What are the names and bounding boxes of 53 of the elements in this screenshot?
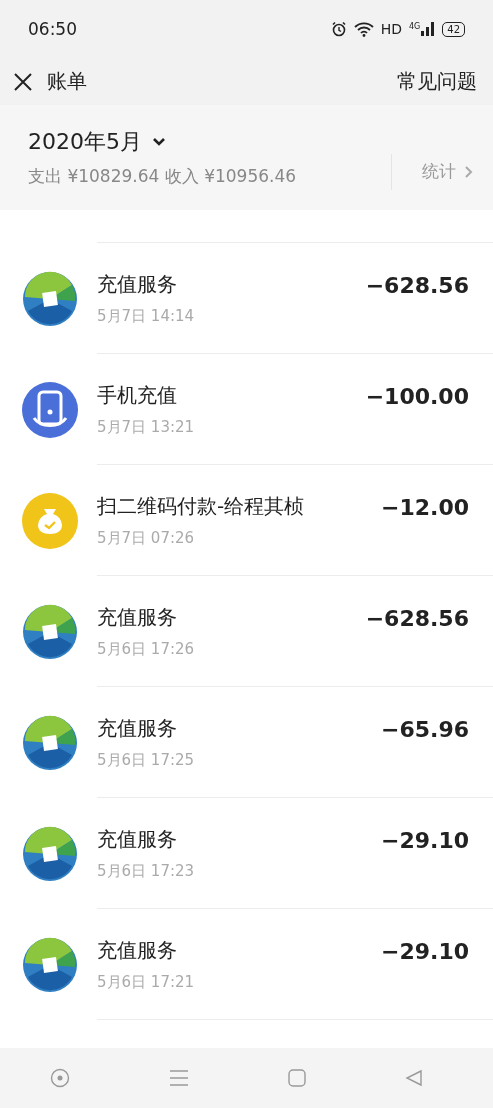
transaction-title: 充值服务 <box>97 271 178 298</box>
battery-indicator: 42 <box>442 21 465 37</box>
transaction-row[interactable]: 充值服务 5月7日 14:14 −628.56 <box>0 243 493 354</box>
back-triangle-icon[interactable] <box>405 1069 424 1087</box>
bank-logo-icon <box>22 603 78 660</box>
close-icon[interactable] <box>13 71 33 92</box>
transaction-title: 充值服务 <box>97 937 178 964</box>
circle-dot-icon[interactable] <box>49 1068 70 1088</box>
transaction-row[interactable]: 充值服务 5月6日 17:21 −29.10 <box>0 909 493 1020</box>
chevron-right-icon <box>464 164 473 179</box>
totals-text: 支出 ¥10829.64 收入 ¥10956.46 <box>28 165 298 188</box>
wifi-icon <box>353 21 374 37</box>
transaction-title: 手机充值 <box>97 382 178 409</box>
transaction-row[interactable]: 手机充值 5月7日 13:21 −100.00 <box>0 354 493 465</box>
faq-link[interactable]: 常见问题 <box>397 68 477 95</box>
transaction-time: 5月7日 07:26 <box>97 529 196 548</box>
chevron-down-icon <box>152 137 166 147</box>
transaction-time: 5月7日 14:14 <box>97 307 196 326</box>
square-icon[interactable] <box>288 1069 307 1087</box>
hd-label: HD <box>380 21 402 37</box>
transaction-amount: −65.96 <box>380 716 469 744</box>
transaction-amount: −29.10 <box>380 827 469 855</box>
transaction-title: 充值服务 <box>97 826 178 853</box>
transaction-title: 充值服务 <box>97 604 178 631</box>
transaction-time: 5月6日 17:21 <box>97 973 196 992</box>
page-title: 账单 <box>47 68 88 95</box>
transaction-title: 充值服务 <box>97 715 178 742</box>
bank-logo-icon <box>22 825 78 882</box>
bank-logo-icon <box>22 936 78 993</box>
transaction-title: 扫二维码付款-给程其桢 <box>97 493 306 520</box>
menu-icon[interactable] <box>168 1070 189 1086</box>
transaction-amount: −628.56 <box>365 605 469 633</box>
month-picker[interactable]: 2020年5月 <box>28 127 391 157</box>
transaction-amount: −29.10 <box>380 938 469 966</box>
money-bag-icon <box>22 492 78 549</box>
alarm-clock-icon <box>330 21 347 37</box>
transaction-time: 5月7日 13:21 <box>97 418 196 437</box>
signal-icon <box>421 22 436 36</box>
bank-logo-icon <box>22 714 78 771</box>
transaction-row[interactable]: 充值服务 5月6日 17:26 −628.56 <box>0 576 493 687</box>
transaction-time: 5月6日 17:26 <box>97 640 196 659</box>
transaction-time: 5月6日 17:25 <box>97 751 196 770</box>
transaction-row[interactable]: 充值服务 5月6日 17:23 −29.10 <box>0 798 493 909</box>
transaction-row[interactable]: 充值服务 5月6日 17:25 −65.96 <box>0 687 493 798</box>
transaction-time: 5月6日 17:23 <box>97 862 196 881</box>
network-label: 4G <box>408 22 421 31</box>
phone-icon <box>22 381 78 438</box>
transaction-amount: −12.00 <box>380 494 469 522</box>
transaction-amount: −100.00 <box>365 383 469 411</box>
status-time: 06:50 <box>28 19 77 39</box>
bank-logo-icon <box>22 270 78 327</box>
transaction-row[interactable]: 扫二维码付款-给程其桢 5月7日 07:26 −12.00 <box>0 465 493 576</box>
transaction-amount: −628.56 <box>365 272 469 300</box>
